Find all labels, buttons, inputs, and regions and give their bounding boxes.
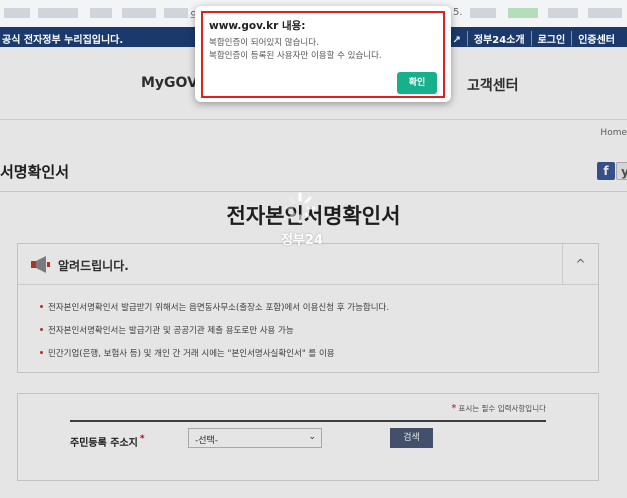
utility-links: 언어 ↗ 정부24소개 로그인 인증센터 (425, 31, 621, 46)
bookmark-fragment: 5. (453, 7, 463, 18)
blurred-bookmark[interactable] (588, 8, 622, 18)
alert-dialog: www.gov.kr 내용: 복합인증이 되어있지 않습니다. 복합인증이 등록… (195, 6, 451, 102)
login-link[interactable]: 로그인 (530, 31, 572, 46)
blurred-bookmark[interactable] (90, 8, 112, 18)
about-link[interactable]: 정부24소개 (466, 31, 531, 46)
blurred-bookmark[interactable] (508, 8, 538, 18)
cert-center-link[interactable]: 인증센터 (571, 31, 621, 46)
alert-message: 복합인증이 되어있지 않습니다. 복합인증이 등록된 사용자만 이용할 수 있습… (209, 37, 382, 63)
blurred-bookmark[interactable] (38, 8, 78, 18)
official-site-tagline: 공식 전자정부 누리집입니다. (2, 35, 124, 46)
loading-spinner-icon (284, 192, 316, 224)
gov24-loading-logo: 정부24 (281, 233, 324, 248)
alert-highlight-frame: www.gov.kr 내용: 복합인증이 되어있지 않습니다. 복합인증이 등록… (201, 11, 445, 98)
blurred-bookmark[interactable] (548, 8, 578, 18)
blurred-bookmark[interactable] (4, 8, 30, 18)
blurred-bookmark[interactable] (470, 8, 496, 18)
alert-ok-button[interactable]: 확인 (397, 72, 437, 94)
blurred-bookmark[interactable] (122, 8, 156, 18)
page-dim-overlay (0, 47, 627, 498)
alert-message-line: 복합인증이 등록된 사용자만 이용할 수 있습니다. (209, 51, 382, 61)
blurred-bookmark[interactable] (164, 8, 188, 18)
alert-origin: www.gov.kr 내용: (209, 20, 306, 32)
alert-message-line: 복합인증이 되어있지 않습니다. (209, 38, 319, 48)
